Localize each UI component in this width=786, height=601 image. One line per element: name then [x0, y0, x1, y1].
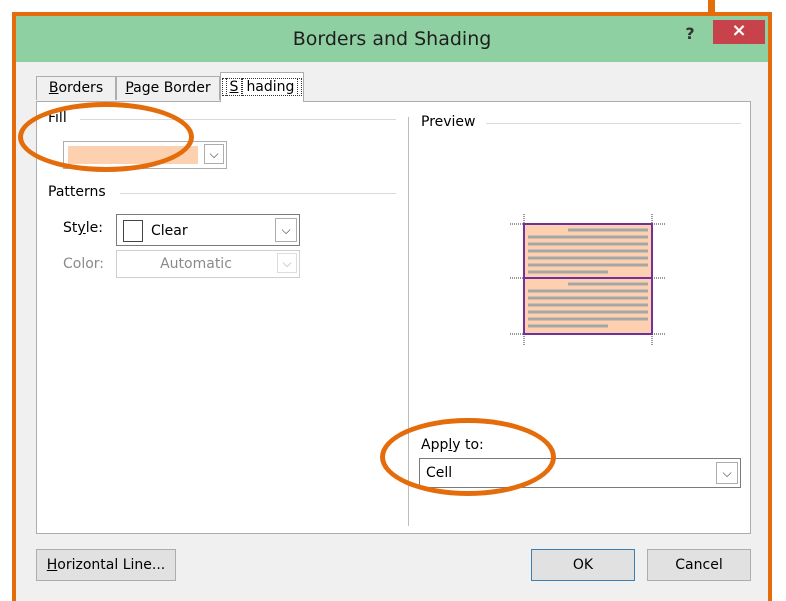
help-button[interactable]: ?: [676, 22, 704, 46]
preview-group-line: [486, 123, 741, 124]
tab-page-border-label: age Border: [133, 80, 211, 96]
tab-shading-accel: S: [225, 78, 243, 96]
tab-shading-label: hading: [242, 78, 299, 96]
pattern-style-swatch: [123, 220, 143, 242]
pattern-style-value: Clear: [151, 223, 188, 239]
dialog-title: Borders and Shading: [292, 28, 492, 50]
tab-shading[interactable]: Shading: [220, 72, 304, 102]
chevron-down-icon: ⌵: [277, 253, 297, 273]
panel-separator: [408, 117, 409, 526]
fill-color-dropdown[interactable]: ⌵: [63, 141, 227, 169]
apply-to-label-pre: App: [421, 437, 449, 453]
title-bar: Borders and Shading ? ×: [16, 16, 768, 62]
style-label-accel: y: [77, 220, 86, 236]
fill-color-swatch: [68, 146, 198, 164]
patterns-group-label: Patterns: [48, 184, 112, 200]
close-button[interactable]: ×: [713, 20, 765, 44]
annotation-frame-tab: [708, 0, 715, 14]
chevron-down-icon[interactable]: ⌵: [275, 218, 297, 242]
apply-to-label-post: y to:: [452, 437, 484, 453]
style-label: Style:: [63, 220, 103, 236]
tab-page-border[interactable]: Page Border: [116, 76, 220, 100]
apply-to-label: Apply to:: [421, 437, 484, 453]
tab-shading-focus: Shading: [221, 78, 303, 96]
fill-group-line: [80, 119, 396, 120]
chevron-down-icon[interactable]: ⌵: [204, 144, 224, 164]
pattern-color-dropdown: Automatic ⌵: [116, 250, 300, 278]
horizontal-line-label: orizontal Line...: [57, 557, 166, 573]
tab-borders[interactable]: Borders: [36, 76, 116, 100]
shading-preview: [510, 214, 666, 346]
patterns-group-line: [120, 193, 396, 194]
style-label-pre: St: [63, 220, 78, 236]
horizontal-line-accel: H: [46, 557, 58, 573]
color-label: Color:: [63, 256, 105, 272]
pattern-style-dropdown[interactable]: Clear ⌵: [116, 214, 300, 246]
fill-group-label: Fill: [48, 110, 73, 126]
ok-button[interactable]: OK: [531, 549, 635, 581]
apply-to-value: Cell: [426, 465, 453, 481]
style-label-post: le:: [85, 220, 103, 236]
preview-group-label: Preview: [421, 114, 482, 130]
chevron-down-icon[interactable]: ⌵: [716, 462, 738, 484]
cancel-button[interactable]: Cancel: [647, 549, 751, 581]
tab-page-border-accel: P: [125, 80, 134, 96]
pattern-color-value: Automatic: [160, 256, 232, 272]
apply-to-dropdown[interactable]: Cell ⌵: [419, 458, 741, 488]
tab-borders-label: orders: [58, 80, 104, 96]
close-icon: ×: [731, 20, 747, 41]
horizontal-line-button[interactable]: Horizontal Line...: [36, 549, 176, 581]
